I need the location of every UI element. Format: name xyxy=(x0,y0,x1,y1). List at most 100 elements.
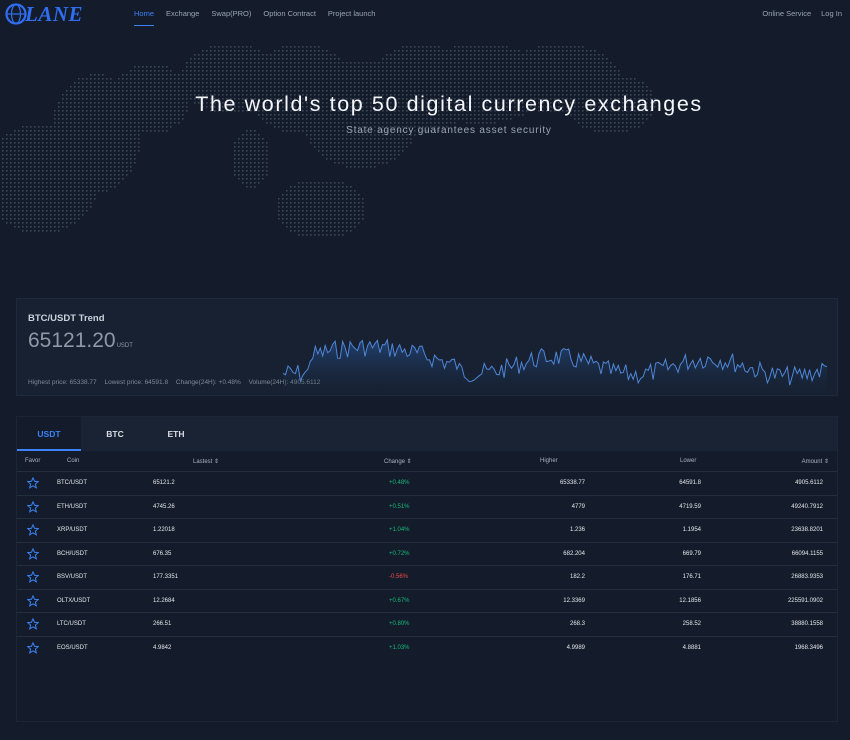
trend-price-value: 65121.20 xyxy=(28,329,116,352)
amount-cell: 1968.3496 xyxy=(794,644,823,651)
change-24h: Change(24H): +0.48% xyxy=(175,379,241,386)
nav-project-launch[interactable]: Project launch xyxy=(328,0,376,28)
coin-cell: BTC/USDT xyxy=(57,480,87,486)
globe-logo-icon xyxy=(5,3,27,25)
amount-cell: 49240.7912 xyxy=(791,503,823,510)
trend-title: BTC/USDT Trend xyxy=(28,313,105,324)
latest-price-cell: 676.35 xyxy=(153,550,172,557)
star-icon[interactable] xyxy=(27,500,39,513)
change-cell: +0.67% xyxy=(389,597,410,604)
tab-eth[interactable]: ETH xyxy=(144,417,208,451)
table-row[interactable]: ETH/USDT 4745.26 +0.51% 4779 4719.59 49240.79… xyxy=(17,494,837,520)
col-amount[interactable]: Amount ⇕ xyxy=(802,458,829,465)
logo[interactable]: LANE xyxy=(5,1,84,26)
amount-cell: 26883.9353 xyxy=(791,574,823,580)
coin-cell: XRP/USDT xyxy=(57,527,88,533)
star-icon[interactable] xyxy=(27,594,39,607)
hero-subtitle: State agency guarantees asset security xyxy=(346,125,552,136)
lower-cell: 669.79 xyxy=(682,550,701,557)
trend-sparkline xyxy=(283,338,827,391)
nav-home[interactable]: Home xyxy=(134,0,155,28)
star-icon[interactable] xyxy=(27,618,39,630)
col-favor: Favor xyxy=(25,458,41,464)
coin-cell: BCH/USDT xyxy=(57,550,88,557)
top-nav: LANE Home Exchange Swap(PRO) Option Cont… xyxy=(0,0,850,28)
lower-cell: 4719.59 xyxy=(679,503,701,510)
table-row[interactable]: BSV/USDT 177.3351 -0.56% 182.2 176.71 26883.9… xyxy=(17,565,837,590)
table-row[interactable]: XRP/USDT 1.22018 +1.04% 1.236 1.1954 23638.82… xyxy=(17,518,837,543)
star-icon[interactable] xyxy=(27,524,39,536)
amount-cell: 66094.1155 xyxy=(791,550,823,557)
amount-cell: 23638.8201 xyxy=(791,527,823,533)
log-in-link[interactable]: Log In xyxy=(821,0,842,28)
latest-price-cell: 12.2684 xyxy=(153,597,175,604)
table-header: Favor Coin Lastest ⇕ Change ⇕ Higher Low… xyxy=(17,453,837,471)
tab-btc[interactable]: BTC xyxy=(83,417,147,451)
higher-cell: 4779 xyxy=(571,503,585,510)
latest-price-cell: 1.22018 xyxy=(153,527,175,533)
change-cell: +0.80% xyxy=(389,621,410,627)
nav-exchange[interactable]: Exchange xyxy=(166,0,199,28)
col-change[interactable]: Change ⇕ xyxy=(384,458,412,465)
btc-trend-card[interactable]: BTC/USDT Trend 65121.20USDT Highest pric… xyxy=(16,298,838,396)
table-row[interactable]: BCH/USDT 676.35 +0.72% 682.204 669.79 66094.1… xyxy=(17,541,837,567)
latest-price-cell: 266.51 xyxy=(153,621,172,627)
col-coin: Coin xyxy=(67,458,80,464)
latest-price-cell: 177.3351 xyxy=(153,574,179,580)
star-icon[interactable] xyxy=(27,547,39,560)
latest-price-cell: 4.9842 xyxy=(153,644,172,651)
change-cell: -0.56% xyxy=(389,574,409,580)
col-lower: Lower xyxy=(680,458,697,464)
col-higher: Higher xyxy=(540,458,558,464)
nav-swap-pro[interactable]: Swap(PRO) xyxy=(211,0,251,28)
latest-price-cell: 65121.2 xyxy=(153,480,175,486)
change-cell: +0.72% xyxy=(389,550,410,557)
table-row[interactable]: OLTX/USDT 12.2684 +0.67% 12.3369 12.1856 2255… xyxy=(17,588,837,614)
world-map-background xyxy=(2,46,656,236)
nav-right: Online Service Log In xyxy=(752,0,842,28)
market-tabs: USDT BTC ETH xyxy=(17,417,837,451)
trend-stats: Highest price: 65338.77 Lowest price: 64… xyxy=(28,379,326,386)
star-icon[interactable] xyxy=(27,641,39,654)
lower-cell: 176.71 xyxy=(682,574,701,580)
amount-cell: 4905.6112 xyxy=(795,480,823,486)
tab-usdt[interactable]: USDT xyxy=(17,417,81,451)
lower-cell: 1.1954 xyxy=(682,527,701,533)
higher-cell: 65338.77 xyxy=(559,480,585,486)
higher-cell: 182.2 xyxy=(569,574,585,580)
coin-cell: LTC/USDT xyxy=(57,621,86,627)
col-latest[interactable]: Lastest ⇕ xyxy=(193,458,219,465)
coin-cell: OLTX/USDT xyxy=(57,597,91,604)
trend-price: 65121.20USDT xyxy=(28,329,133,353)
change-cell: +1.04% xyxy=(389,527,410,533)
coin-cell: ETH/USDT xyxy=(57,503,87,510)
market-table: USDT BTC ETH Favor Coin Lastest ⇕ Change… xyxy=(16,416,838,722)
highest-price: Highest price: 65338.77 xyxy=(28,379,97,386)
lower-cell: 12.1856 xyxy=(679,597,701,604)
amount-cell: 38880.1558 xyxy=(791,621,823,627)
table-row[interactable]: LTC/USDT 266.51 +0.80% 268.3 258.52 38880.155… xyxy=(17,612,837,637)
logo-text: LANE xyxy=(25,1,84,26)
lower-cell: 64591.8 xyxy=(679,480,701,486)
latest-price-cell: 4745.26 xyxy=(153,503,175,510)
higher-cell: 268.3 xyxy=(569,621,585,627)
lower-cell: 4.8881 xyxy=(682,644,701,651)
star-icon[interactable] xyxy=(27,571,39,583)
star-icon[interactable] xyxy=(27,477,39,489)
trend-price-unit: USDT xyxy=(116,343,133,349)
change-cell: +0.51% xyxy=(389,503,410,510)
lowest-price: Lowest price: 64591.8 xyxy=(104,379,169,386)
table-row[interactable]: EOS/USDT 4.9842 +1.03% 4.9989 4.8881 1968.349… xyxy=(17,635,837,661)
amount-cell: 225591.0902 xyxy=(787,597,823,604)
nav-option-contract[interactable]: Option Contract xyxy=(263,0,316,28)
higher-cell: 682.204 xyxy=(563,550,585,557)
coin-cell: BSV/USDT xyxy=(57,574,88,580)
hero-banner: The world's top 50 digital currency exch… xyxy=(0,28,850,290)
main-nav: Home Exchange Swap(PRO) Option Contract … xyxy=(134,0,387,28)
higher-cell: 4.9989 xyxy=(566,644,585,651)
hero-title: The world's top 50 digital currency exch… xyxy=(195,92,703,116)
higher-cell: 12.3369 xyxy=(563,597,585,604)
table-row[interactable]: BTC/USDT 65121.2 +0.48% 65338.77 64591.8 4905… xyxy=(17,471,837,496)
online-service-link[interactable]: Online Service xyxy=(762,0,811,28)
lower-cell: 258.52 xyxy=(682,621,701,627)
